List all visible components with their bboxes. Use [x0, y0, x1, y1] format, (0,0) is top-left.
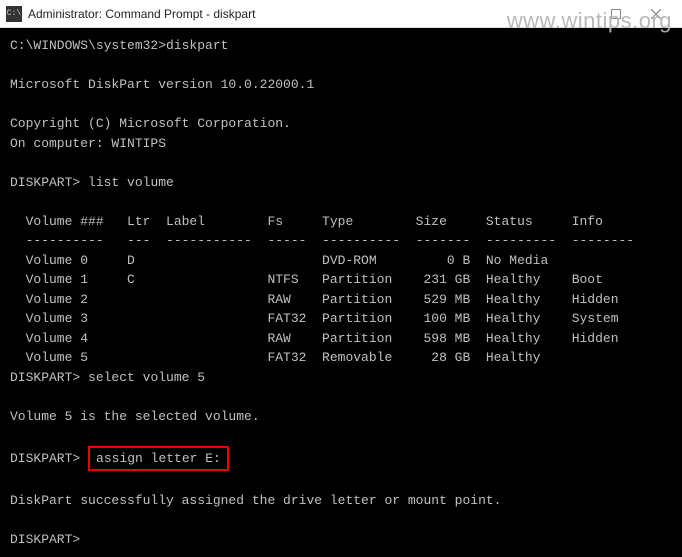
diskpart-prompt-select: DISKPART> select volume 5: [10, 370, 205, 385]
terminal-output[interactable]: C:\WINDOWS\system32>diskpart Microsoft D…: [0, 28, 682, 557]
watermark-text: www.wintips.org: [507, 8, 672, 34]
selected-message: Volume 5 is the selected volume.: [10, 409, 260, 424]
diskpart-prompt-final: DISKPART>: [10, 532, 80, 547]
version-line: Microsoft DiskPart version 10.0.22000.1: [10, 77, 314, 92]
table-body: Volume 0 D DVD-ROM 0 B No Media Volume 1…: [10, 253, 634, 366]
assign-message: DiskPart successfully assigned the drive…: [10, 493, 501, 508]
copyright-line: Copyright (C) Microsoft Corporation.: [10, 116, 291, 131]
highlighted-command: assign letter E:: [88, 446, 229, 472]
cmd-icon: C:\: [6, 6, 22, 22]
table-separator-row: ---------- --- ----------- ----- -------…: [10, 233, 634, 248]
computer-line: On computer: WINTIPS: [10, 136, 166, 151]
diskpart-prompt-assign: DISKPART> assign letter E:: [10, 451, 229, 466]
diskpart-prompt: DISKPART> list volume: [10, 175, 174, 190]
prompt-line: C:\WINDOWS\system32>diskpart: [10, 38, 228, 53]
table-header-row: Volume ### Ltr Label Fs Type Size Status…: [10, 214, 634, 229]
